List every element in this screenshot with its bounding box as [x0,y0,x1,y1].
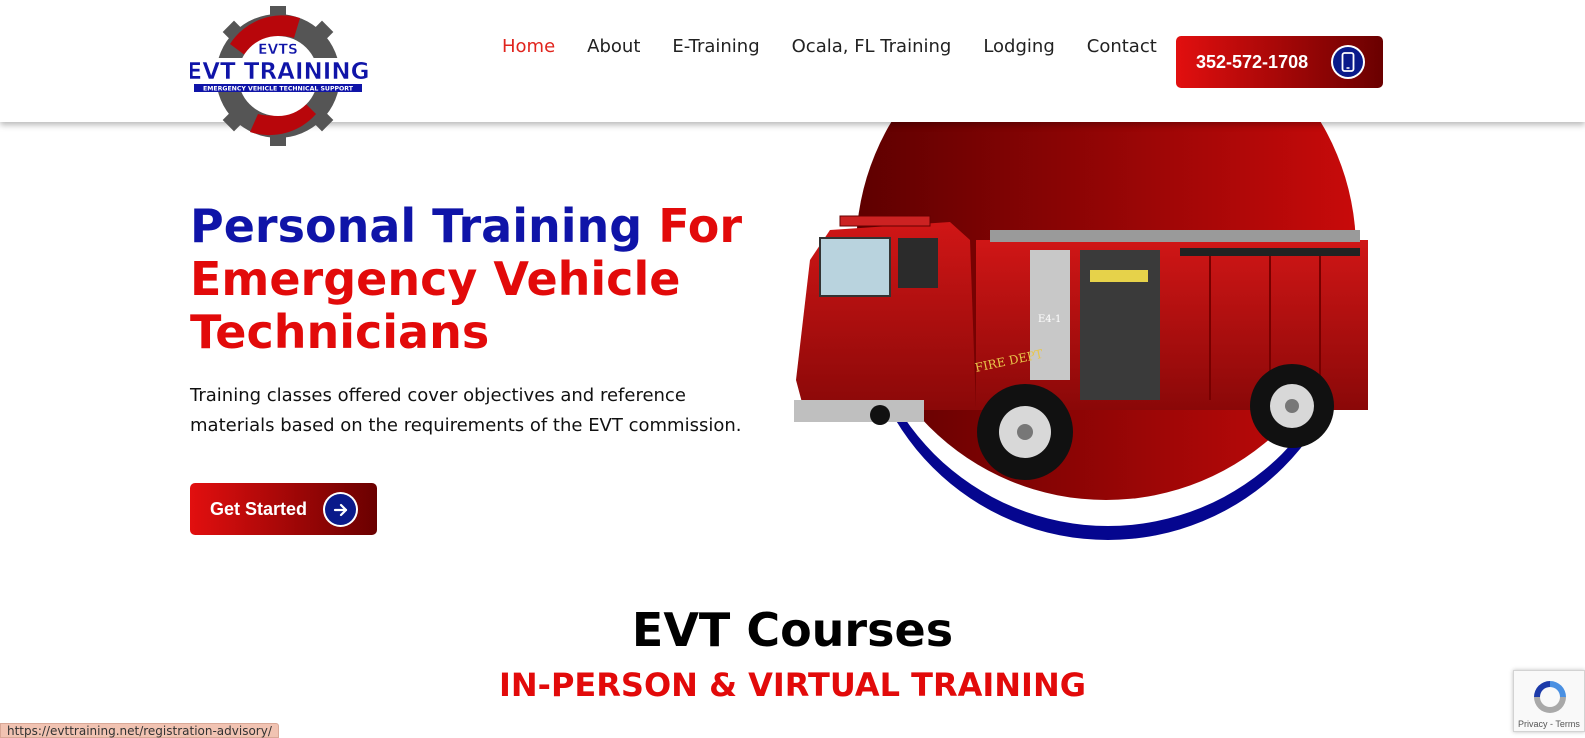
hero-heading-red-for: For [658,199,743,253]
nav-about-link[interactable]: About [587,36,640,57]
nav-contact-link[interactable]: Contact [1087,36,1157,57]
recaptcha-links[interactable]: Privacy - Terms [1518,719,1580,729]
link-preview-status-bar: https://evttraining.net/registration-adv… [0,723,279,738]
arrow-right-icon [323,492,358,527]
svg-text:EMERGENCY VEHICLE TECHNICAL SU: EMERGENCY VEHICLE TECHNICAL SUPPORT [203,86,354,93]
courses-subheading: IN-PERSON & VIRTUAL TRAINING [498,666,1086,704]
svg-text:EVT TRAINING: EVT TRAINING [190,59,369,85]
hero-heading-line3: Technicians [190,305,490,359]
svg-text:E4-1: E4-1 [1038,314,1061,325]
courses-heading: EVT Courses [631,603,954,657]
hero-heading: Personal Training For Emergency Vehicle … [190,200,810,359]
main-nav: Home About E-Training Ocala, FL Training… [502,36,1189,57]
recaptcha-icon [1534,681,1566,713]
evt-training-logo[interactable]: EVTS EVT TRAINING EMERGENCY VEHICLE TECH… [186,4,370,154]
recaptcha-badge[interactable]: Privacy - Terms [1513,670,1585,732]
get-started-button[interactable]: Get Started [190,483,377,535]
hero-heading-blue: Personal Training [190,199,643,253]
phone-call-button[interactable]: 352-572-1708 [1176,36,1383,88]
hero-description: Training classes offered cover objective… [190,385,742,436]
get-started-label: Get Started [210,498,308,519]
svg-text:EVTS: EVTS [258,42,298,58]
phone-number-label: 352-572-1708 [1196,51,1309,72]
nav-ocala-training-link[interactable]: Ocala, FL Training [792,36,952,57]
nav-lodging-link[interactable]: Lodging [983,36,1054,57]
hero-fire-truck-image: FIRE DEPT E4-1 [790,0,1390,550]
hero-heading-line2: Emergency Vehicle [190,252,681,306]
nav-home-link[interactable]: Home [502,36,555,57]
mobile-phone-icon [1331,45,1365,79]
nav-e-training-link[interactable]: E-Training [672,36,759,57]
